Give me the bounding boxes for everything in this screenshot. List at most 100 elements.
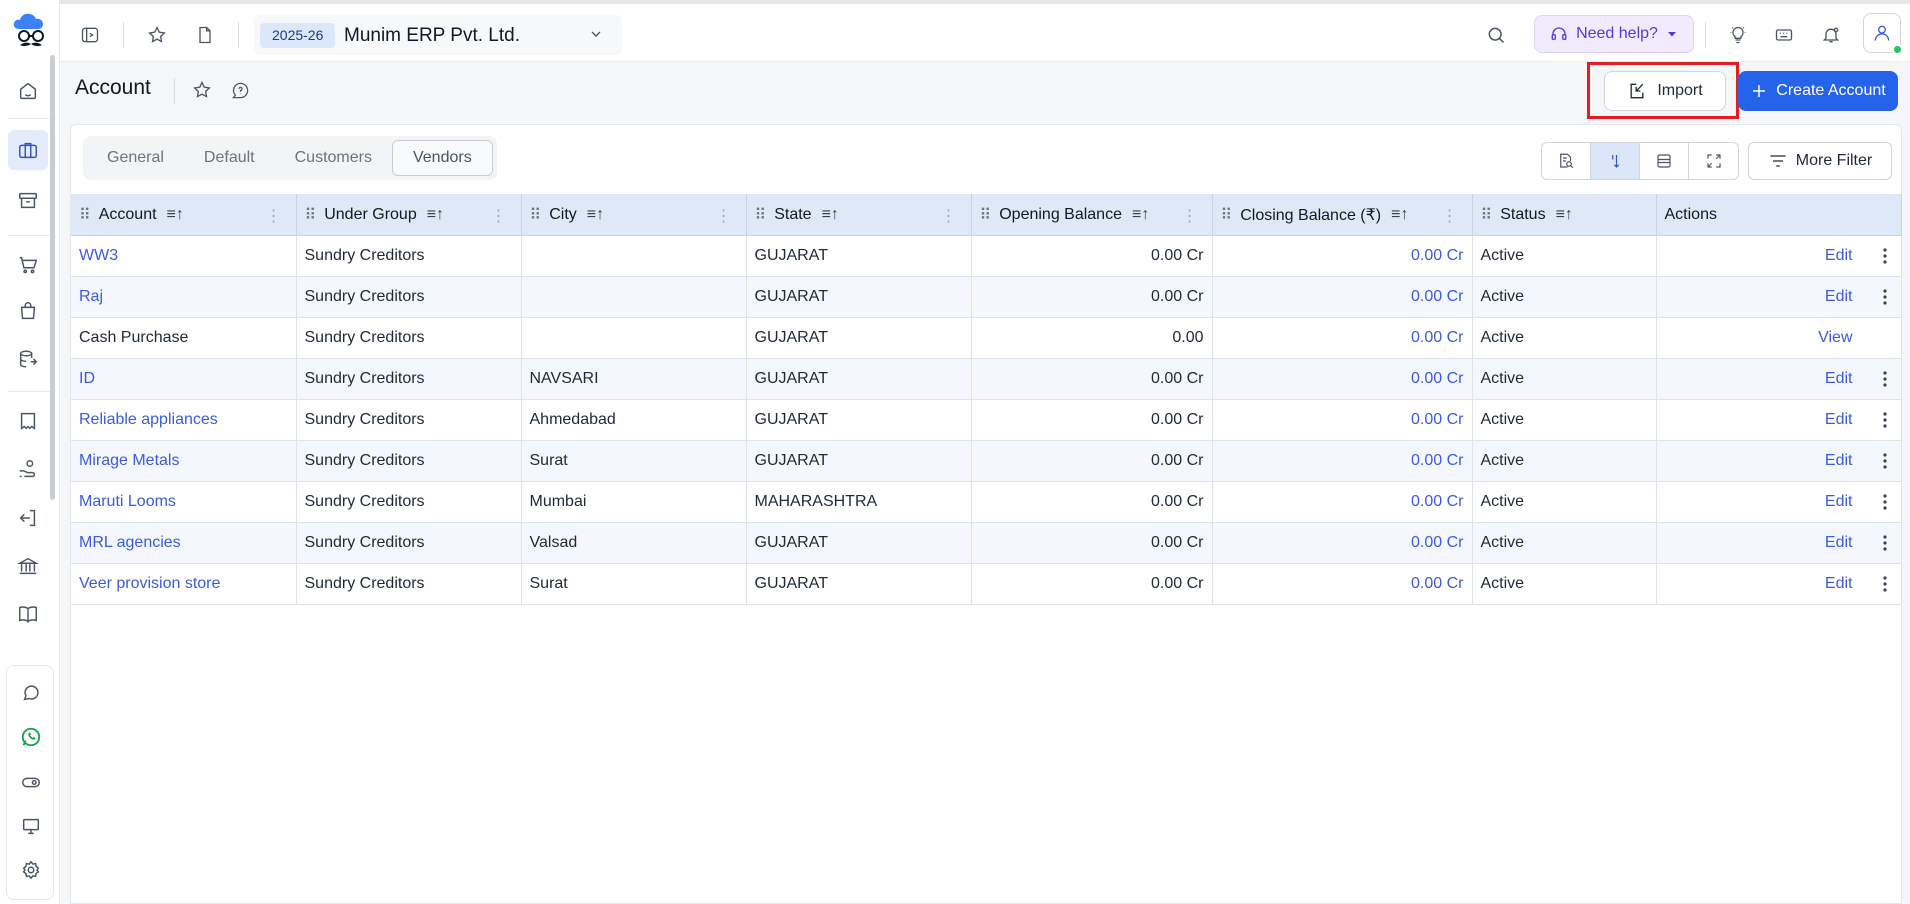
sidebar-toggle-button[interactable]	[72, 17, 108, 53]
column-header-city[interactable]: ⠿ City ≡↑ ⋮	[521, 194, 747, 236]
tips-button[interactable]	[1720, 17, 1756, 53]
sort-icon[interactable]: ≡↑	[1556, 206, 1573, 224]
cell-closing-balance[interactable]: 0.00 Cr	[1212, 481, 1473, 523]
more-options-icon[interactable]	[1879, 535, 1891, 551]
column-menu-icon[interactable]: ⋮	[491, 206, 507, 226]
munim-logo[interactable]	[12, 12, 50, 52]
edit-button[interactable]: Edit	[1825, 575, 1853, 593]
sort-icon[interactable]: ≡↑	[167, 206, 184, 224]
sidebar-scrollbar[interactable]	[50, 55, 55, 500]
account-name[interactable]: ID	[79, 370, 95, 387]
table-row[interactable]: MRL agencies Sundry Creditors Valsad GUJARA…	[71, 522, 1902, 564]
drag-handle-icon[interactable]: ⠿	[1221, 205, 1233, 225]
more-options-icon[interactable]	[1879, 576, 1891, 592]
sidebar-item-desktop[interactable]	[11, 806, 51, 846]
cell-closing-balance[interactable]: 0.00 Cr	[1212, 399, 1473, 441]
favorites-button[interactable]	[139, 17, 175, 53]
sidebar-item-expenses[interactable]	[8, 498, 48, 538]
account-name[interactable]: Reliable appliances	[79, 411, 218, 428]
sidebar-item-ledger[interactable]	[8, 594, 48, 634]
more-options-icon[interactable]	[1879, 371, 1891, 387]
more-options-icon[interactable]	[1879, 248, 1891, 264]
drag-handle-icon[interactable]: ⠿	[530, 205, 542, 225]
sidebar-item-whatsapp[interactable]	[11, 717, 51, 757]
column-menu-icon[interactable]: ⋮	[716, 206, 732, 226]
cell-closing-balance[interactable]: 0.00 Cr	[1212, 522, 1473, 564]
table-row[interactable]: Mirage Metals Sundry Creditors Surat GUJARA…	[71, 440, 1902, 482]
sort-icon[interactable]: ≡↑	[587, 206, 604, 224]
cell-closing-balance[interactable]: 0.00 Cr	[1212, 317, 1473, 359]
edit-button[interactable]: Edit	[1825, 411, 1853, 429]
column-header-closing-balance[interactable]: ⠿ Closing Balance (₹) ≡↑ ⋮	[1212, 194, 1473, 236]
sort-view-button[interactable]	[1591, 143, 1640, 179]
drag-handle-icon[interactable]: ⠿	[755, 205, 767, 225]
column-header-state[interactable]: ⠿ State ≡↑ ⋮	[746, 194, 972, 236]
report-view-button[interactable]	[1542, 143, 1591, 179]
column-header-account[interactable]: ⠿ Account ≡↑ ⋮	[71, 194, 297, 236]
company-selector[interactable]: 2025-26 Munim ERP Pvt. Ltd.	[254, 15, 622, 55]
tab-customers[interactable]: Customers	[275, 140, 392, 176]
fullscreen-button[interactable]	[1689, 143, 1738, 179]
notes-button[interactable]	[187, 17, 223, 53]
sort-icon[interactable]: ≡↑	[1391, 206, 1408, 224]
cell-account[interactable]: ID	[71, 358, 297, 400]
cell-closing-balance[interactable]: 0.00 Cr	[1212, 235, 1473, 277]
edit-button[interactable]: Edit	[1825, 288, 1853, 306]
density-view-button[interactable]	[1640, 143, 1689, 179]
table-row[interactable]: WW3 Sundry Creditors GUJARAT 0.00 Cr 0.00 Cr…	[71, 235, 1902, 277]
cell-account[interactable]: Mirage Metals	[71, 440, 297, 482]
account-name[interactable]: Maruti Looms	[79, 493, 176, 510]
column-menu-icon[interactable]: ⋮	[266, 206, 282, 226]
table-row[interactable]: Reliable appliances Sundry Creditors Ahmed…	[71, 399, 1902, 441]
search-button[interactable]	[1478, 17, 1514, 53]
table-row[interactable]: ID Sundry Creditors NAVSARI GUJARAT 0.00 Cr 0…	[71, 358, 1902, 400]
cell-closing-balance[interactable]: 0.00 Cr	[1212, 440, 1473, 482]
sidebar-item-reports[interactable]	[8, 401, 48, 441]
account-name[interactable]: Mirage Metals	[79, 452, 179, 469]
column-menu-icon[interactable]: ⋮	[1182, 206, 1198, 226]
edit-button[interactable]: Edit	[1825, 534, 1853, 552]
sidebar-item-payments[interactable]	[8, 449, 48, 489]
sidebar-item-inventory[interactable]	[8, 181, 48, 221]
edit-button[interactable]: Edit	[1825, 370, 1853, 388]
cell-account[interactable]: MRL agencies	[71, 522, 297, 564]
account-name[interactable]: Veer provision store	[79, 575, 220, 592]
keyboard-shortcuts-button[interactable]	[1766, 17, 1802, 53]
table-row[interactable]: Cash Purchase Sundry Creditors GUJARAT 0.00…	[71, 317, 1902, 359]
favorite-page-button[interactable]	[184, 72, 220, 108]
sidebar-item-toggle[interactable]	[11, 762, 51, 802]
sidebar-item-sales[interactable]	[8, 291, 48, 331]
tab-general[interactable]: General	[87, 140, 184, 176]
sort-icon[interactable]: ≡↑	[1132, 206, 1149, 224]
notifications-button[interactable]	[1813, 17, 1849, 53]
cell-closing-balance[interactable]: 0.00 Cr	[1212, 563, 1473, 605]
column-menu-icon[interactable]: ⋮	[1442, 206, 1458, 226]
more-options-icon[interactable]	[1879, 453, 1891, 469]
drag-handle-icon[interactable]: ⠿	[79, 205, 91, 225]
cell-closing-balance[interactable]: 0.00 Cr	[1212, 358, 1473, 400]
account-name[interactable]: MRL agencies	[79, 534, 181, 551]
edit-button[interactable]: Edit	[1825, 493, 1853, 511]
cell-account[interactable]: Reliable appliances	[71, 399, 297, 441]
more-options-icon[interactable]	[1879, 289, 1891, 305]
cell-account[interactable]: Raj	[71, 276, 297, 318]
sidebar-item-chat[interactable]	[11, 673, 51, 713]
account-name[interactable]: WW3	[79, 247, 118, 264]
column-header-opening-balance[interactable]: ⠿ Opening Balance ≡↑ ⋮	[971, 194, 1213, 236]
financial-year-badge[interactable]: 2025-26	[260, 23, 336, 48]
sidebar-item-home[interactable]	[8, 71, 48, 111]
sidebar-item-accounts[interactable]	[8, 130, 48, 170]
import-button[interactable]: Import	[1604, 71, 1726, 111]
need-help-button[interactable]: Need help?	[1534, 15, 1694, 53]
view-button[interactable]: View	[1818, 329, 1852, 347]
column-header-status[interactable]: ⠿ Status ≡↑	[1472, 194, 1657, 236]
drag-handle-icon[interactable]: ⠿	[305, 205, 317, 225]
edit-button[interactable]: Edit	[1825, 247, 1853, 265]
column-menu-icon[interactable]: ⋮	[941, 206, 957, 226]
sidebar-item-settings[interactable]	[11, 850, 51, 890]
more-filter-button[interactable]: More Filter	[1748, 142, 1892, 180]
tab-vendors[interactable]: Vendors	[391, 140, 493, 176]
account-name[interactable]: Raj	[79, 288, 103, 305]
sidebar-item-purchase[interactable]	[8, 245, 48, 285]
create-account-button[interactable]: Create Account	[1738, 71, 1898, 111]
